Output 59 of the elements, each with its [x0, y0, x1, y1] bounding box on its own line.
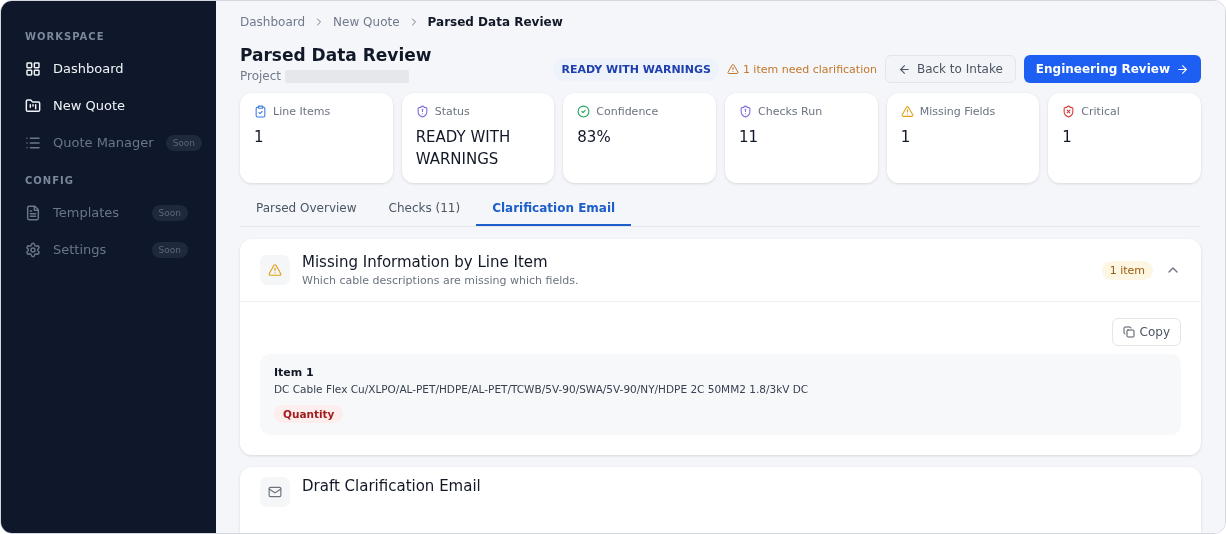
shield-icon — [415, 105, 429, 118]
stat-label: Status — [434, 105, 470, 118]
count-badge: 1 item — [1101, 260, 1153, 280]
copy-button[interactable]: Copy — [1111, 318, 1181, 346]
nav-label: New Quote — [53, 98, 126, 113]
stat-label: Checks Run — [758, 105, 823, 118]
stat-label: Line Items — [273, 105, 331, 118]
warning-text: 1 item need clarification — [742, 62, 877, 76]
tab[interactable]: Checks (11) — [372, 193, 477, 226]
warning-icon — [268, 263, 282, 277]
folder-icon — [25, 97, 41, 114]
stat-label: Missing Fields — [919, 105, 996, 118]
nav-label: Settings — [53, 242, 108, 257]
page-title: Parsed Data Review — [240, 45, 432, 65]
warning-icon — [900, 105, 914, 118]
engineering-review-button[interactable]: Engineering Review — [1023, 55, 1201, 83]
section-heading: WORKSPACE — [24, 31, 106, 42]
item-title: Item 1 — [274, 366, 315, 379]
warning-icon — [726, 63, 739, 75]
shield-icon — [739, 105, 752, 118]
stat-label: Critical — [1081, 105, 1120, 118]
stat-value: 11 — [739, 127, 760, 148]
item-description: DC Cable Flex Cu/XLPO/AL-PET/HDPE/AL-PET/TCWB/5V-90/SWA/5V-90/NY/HDPE 2C 50MM2 1.8/3kV DC — [274, 383, 810, 395]
stat-label: Confidence — [596, 105, 659, 118]
stat-value: 1 — [1062, 127, 1073, 148]
breadcrumb-link[interactable]: Dashboard — [240, 15, 306, 29]
breadcrumb-link[interactable]: New Quote — [333, 15, 400, 29]
tab[interactable]: Clarification Email — [476, 193, 632, 226]
stat-value: READY WITH WARNINGS — [415, 127, 512, 170]
settings-icon — [25, 241, 41, 258]
arrow-right-icon — [1176, 62, 1189, 76]
nav-label: Dashboard — [53, 61, 125, 76]
panel-subtitle: Which cable descriptions are missing which fields. — [302, 274, 580, 287]
back-button[interactable]: Back to Intake — [884, 55, 1016, 83]
check-circle-icon — [577, 105, 591, 118]
clipboard-check-icon — [254, 105, 267, 118]
arrow-left-icon — [897, 62, 911, 76]
panel-title: Missing Information by Line Item — [302, 253, 549, 271]
panel-title: Draft Clarification Email — [302, 477, 481, 495]
soon-badge: Soon — [165, 134, 203, 151]
mail-icon — [268, 485, 282, 499]
grid-icon — [25, 60, 41, 77]
stat-value: 1 — [900, 127, 912, 148]
section-heading: CONFIG — [24, 175, 75, 186]
shield-x-icon — [1062, 105, 1076, 118]
nav-item[interactable]: New Quote — [11, 87, 202, 124]
nav-label: Quote Manager — [53, 135, 154, 150]
nav-item[interactable]: Dashboard — [11, 50, 202, 87]
nav-label: Templates — [53, 205, 121, 220]
copy-icon — [1122, 326, 1135, 338]
soon-badge: Soon — [151, 241, 188, 258]
status-badge: READY WITH WARNINGS — [553, 57, 719, 81]
document-icon — [25, 204, 41, 221]
soon-badge: Soon — [151, 204, 188, 221]
stat-value: 83% — [577, 127, 612, 148]
missing-field-tag: Quantity — [274, 405, 344, 423]
project-label: Project — [240, 69, 282, 83]
stat-value: 1 — [254, 127, 265, 148]
tab[interactable]: Parsed Overview — [240, 193, 373, 226]
